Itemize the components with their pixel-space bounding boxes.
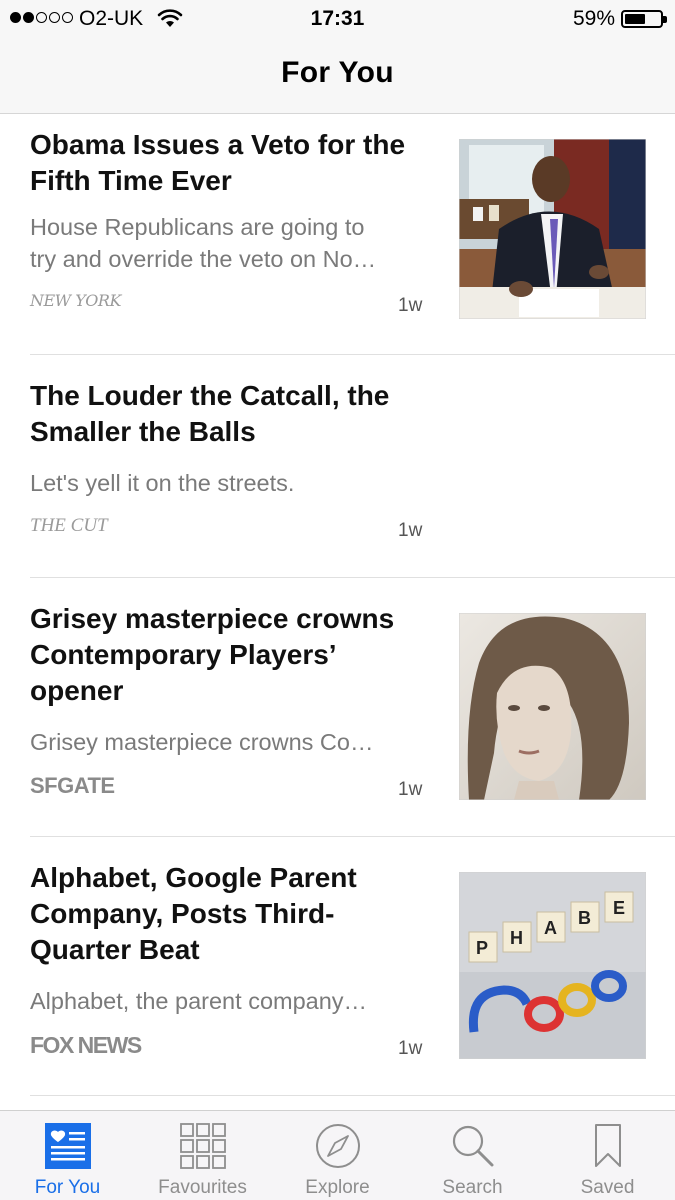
article-age: 1w xyxy=(398,1038,423,1059)
article-card[interactable]: Obama Issues a Veto for the Fifth Time E… xyxy=(0,115,675,355)
article-headline[interactable]: Obama Issues a Veto for the Fifth Time E… xyxy=(30,127,405,199)
article-thumbnail[interactable] xyxy=(459,139,646,319)
article-headline[interactable]: Grisey masterpiece crowns Contemporary P… xyxy=(30,601,394,709)
tab-explore[interactable]: Explore xyxy=(270,1111,405,1200)
article-headline[interactable]: Alphabet, Google Parent Company, Posts T… xyxy=(30,860,357,968)
top-bar: O2-UK 17:31 59% For You xyxy=(0,0,675,114)
tab-bar: For You Favourites Explore Search Saved xyxy=(0,1110,675,1200)
article-thumbnail[interactable]: P H A B E xyxy=(459,872,646,1059)
article-age: 1w xyxy=(398,520,423,541)
article-card[interactable]: The Louder the Catcall, the Smaller the … xyxy=(0,355,675,578)
article-summary: Alphabet, the parent company… xyxy=(30,988,368,1014)
svg-text:E: E xyxy=(613,898,625,918)
tab-saved[interactable]: Saved xyxy=(540,1111,675,1200)
source-logo-the-cut: THE CUT xyxy=(30,515,108,536)
svg-text:P: P xyxy=(476,938,488,958)
article-card[interactable]: Alphabet, Google Parent Company, Posts T… xyxy=(0,837,675,1096)
tab-favourites[interactable]: Favourites xyxy=(135,1111,270,1200)
battery-icon xyxy=(621,10,667,28)
status-bar: O2-UK 17:31 59% xyxy=(0,0,675,38)
article-age: 1w xyxy=(398,295,423,316)
tab-for-you[interactable]: For You xyxy=(0,1111,135,1200)
for-you-icon xyxy=(45,1123,91,1169)
svg-text:A: A xyxy=(544,918,557,938)
compass-icon xyxy=(316,1124,360,1168)
favourites-grid-icon xyxy=(180,1123,226,1169)
article-age: 1w xyxy=(398,779,423,800)
article-summary: Let's yell it on the streets. xyxy=(30,470,295,496)
svg-text:B: B xyxy=(578,908,591,928)
svg-text:H: H xyxy=(510,928,523,948)
article-card[interactable]: Grisey masterpiece crowns Contemporary P… xyxy=(0,578,675,837)
source-logo-new-york: NEW YORK xyxy=(30,291,121,310)
tab-search[interactable]: Search xyxy=(405,1111,540,1200)
article-headline[interactable]: The Louder the Catcall, the Smaller the … xyxy=(30,378,389,450)
article-thumbnail[interactable] xyxy=(459,613,646,800)
search-icon xyxy=(452,1125,494,1167)
bookmark-icon xyxy=(595,1124,621,1167)
page-title: For You xyxy=(281,56,394,89)
article-summary: Grisey masterpiece crowns Co… xyxy=(30,729,374,755)
article-summary: House Republicans are going to try and o… xyxy=(30,214,377,272)
battery-percentage: 59% xyxy=(572,7,615,30)
source-logo-sfgate: SFGATE xyxy=(30,773,115,798)
news-feed[interactable]: Obama Issues a Veto for the Fifth Time E… xyxy=(0,115,675,1110)
source-logo-fox-news: FOX NEWS xyxy=(30,1032,142,1058)
